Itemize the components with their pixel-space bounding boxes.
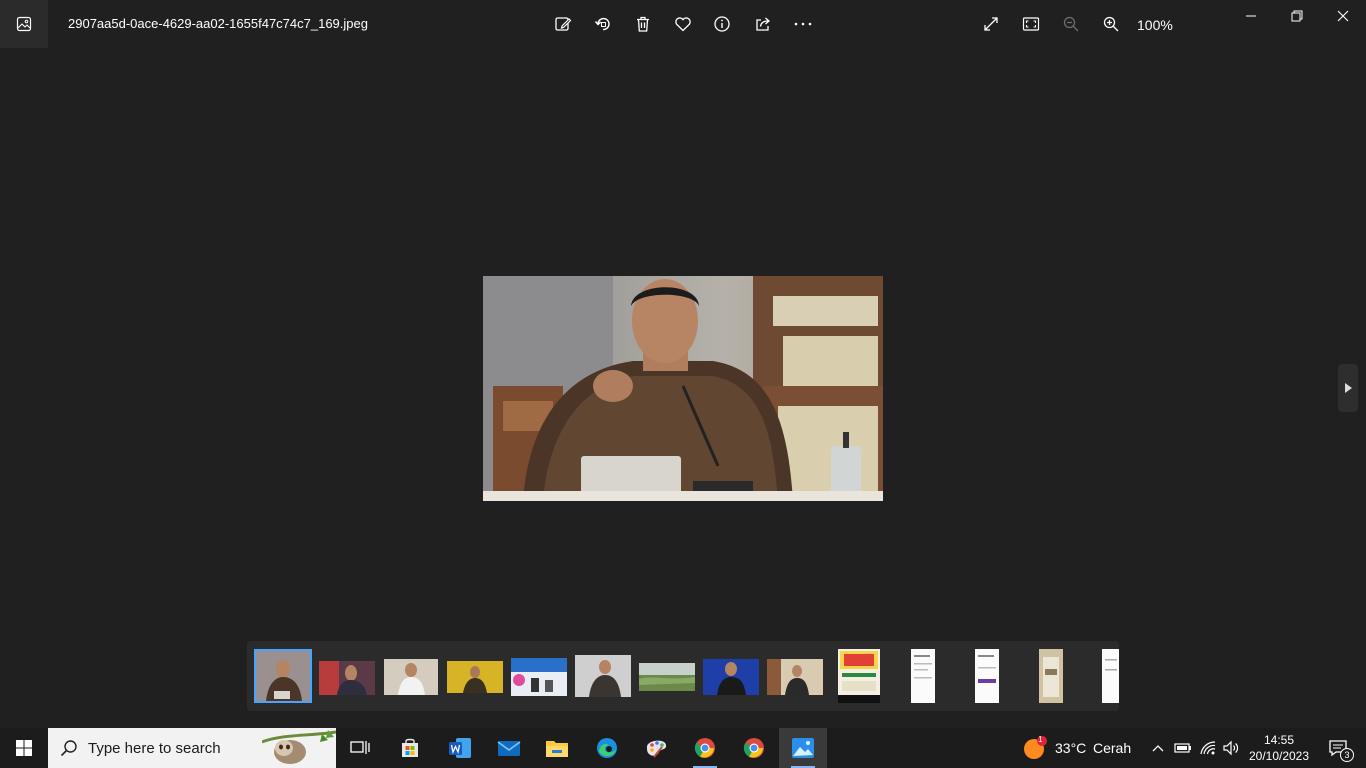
zoom-in-icon [1103, 16, 1119, 32]
microsoft-store-button[interactable] [390, 728, 430, 768]
thumbnail-4[interactable] [447, 661, 503, 693]
next-photo-button[interactable] [1338, 364, 1358, 412]
task-view-button[interactable] [340, 728, 380, 768]
search-icon [60, 740, 77, 757]
expand-icon [984, 17, 998, 31]
restore-icon [1291, 10, 1303, 22]
volume-button[interactable] [1220, 728, 1242, 768]
info-button[interactable] [710, 12, 734, 36]
zoom-level[interactable]: 100% [1137, 17, 1173, 33]
thumbnail-6[interactable] [575, 655, 631, 697]
clock-time: 14:55 [1263, 733, 1295, 747]
close-button[interactable] [1328, 4, 1358, 28]
filmstrip [247, 641, 1119, 711]
rotate-button[interactable] [591, 12, 615, 36]
minimize-button[interactable] [1236, 4, 1266, 28]
notification-center-button[interactable]: 3 [1320, 728, 1356, 768]
windows-logo-icon [16, 740, 32, 756]
chrome-icon [743, 738, 764, 758]
chrome-button-1[interactable] [685, 728, 725, 768]
fullscreen-button[interactable] [979, 12, 1003, 36]
photos-icon [16, 16, 32, 32]
chrome-button-2[interactable] [734, 728, 774, 768]
photos-icon [792, 738, 814, 758]
title-bar: 2907aa5d-0ace-4629-aa02-1655f47c74c7_169… [0, 0, 1366, 48]
file-name: 2907aa5d-0ace-4629-aa02-1655f47c74c7_169… [68, 16, 368, 31]
main-photo [483, 276, 883, 501]
battery-icon [1174, 743, 1191, 753]
mail-button[interactable] [489, 728, 529, 768]
edge-icon [597, 738, 617, 758]
thumbnail-9[interactable] [767, 659, 823, 695]
thumbnail-13[interactable] [1039, 649, 1063, 703]
rotate-icon [594, 17, 610, 31]
notification-count-badge: 3 [1340, 748, 1354, 762]
sloth-illustration-icon [262, 730, 336, 764]
clock[interactable]: 14:55 20/10/2023 [1246, 728, 1312, 768]
taskbar-search-box[interactable]: Type here to search [48, 728, 336, 768]
more-button[interactable] [791, 12, 815, 36]
thumbnail-11[interactable] [911, 649, 935, 703]
sun-icon [1024, 736, 1047, 759]
network-button[interactable] [1197, 728, 1219, 768]
thumbnail-10[interactable] [838, 649, 880, 703]
zoom-in-button[interactable] [1099, 12, 1123, 36]
thumbnail-12[interactable] [975, 649, 999, 703]
photos-app-window: 2907aa5d-0ace-4629-aa02-1655f47c74c7_169… [0, 0, 1366, 728]
edit-icon [555, 17, 572, 31]
favorite-button[interactable] [671, 12, 695, 36]
edge-button[interactable] [587, 728, 627, 768]
share-icon [756, 17, 770, 31]
share-button[interactable] [751, 12, 775, 36]
fit-window-button[interactable] [1019, 12, 1043, 36]
word-icon [449, 738, 471, 758]
paint-button[interactable] [636, 728, 676, 768]
weather-badge: 1 [1038, 735, 1043, 744]
clock-date: 20/10/2023 [1248, 749, 1310, 763]
weather-widget[interactable]: 1 33°C Cerah [1022, 728, 1142, 768]
play-right-icon [1345, 383, 1352, 393]
show-hidden-icons-button[interactable] [1148, 728, 1168, 768]
thumbnail-8[interactable] [703, 659, 759, 695]
search-placeholder: Type here to search [88, 740, 221, 757]
chevron-up-icon [1152, 745, 1164, 752]
store-icon [402, 738, 418, 757]
more-icon [794, 22, 812, 26]
start-button[interactable] [0, 728, 48, 768]
photos-app-icon[interactable] [0, 0, 48, 48]
chrome-icon [694, 738, 715, 758]
delete-icon [637, 16, 649, 32]
thumbnail-5[interactable] [511, 658, 567, 696]
weather-description: Cerah [1093, 740, 1132, 756]
speaker-icon [1223, 740, 1239, 756]
thumbnail-7[interactable] [639, 663, 695, 691]
close-icon [1337, 10, 1349, 22]
weather-temperature: 33°C [1055, 740, 1087, 756]
folder-icon [546, 741, 568, 757]
mail-icon [497, 741, 521, 756]
file-explorer-button[interactable] [537, 728, 577, 768]
word-button[interactable] [440, 728, 480, 768]
zoom-out-button[interactable] [1059, 12, 1083, 36]
wifi-icon [1200, 741, 1216, 755]
photos-taskbar-button[interactable] [779, 728, 827, 768]
delete-button[interactable] [631, 12, 655, 36]
palette-icon [647, 740, 667, 758]
taskbar: Type here to search 1 33°C Cerah 14:55 2… [0, 728, 1366, 768]
thumbnail-1[interactable] [254, 649, 312, 703]
thumbnail-3[interactable] [384, 659, 438, 695]
battery-button[interactable] [1172, 728, 1194, 768]
task-view-icon [350, 741, 370, 754]
edit-button[interactable] [551, 12, 575, 36]
zoom-out-icon [1063, 16, 1079, 32]
fit-window-icon [1022, 17, 1040, 31]
thumbnail-14[interactable] [1102, 649, 1119, 703]
thumbnail-2[interactable] [319, 661, 375, 695]
heart-icon [675, 17, 691, 32]
restore-button[interactable] [1282, 4, 1312, 28]
info-icon [714, 16, 730, 32]
minimize-icon [1246, 15, 1256, 17]
